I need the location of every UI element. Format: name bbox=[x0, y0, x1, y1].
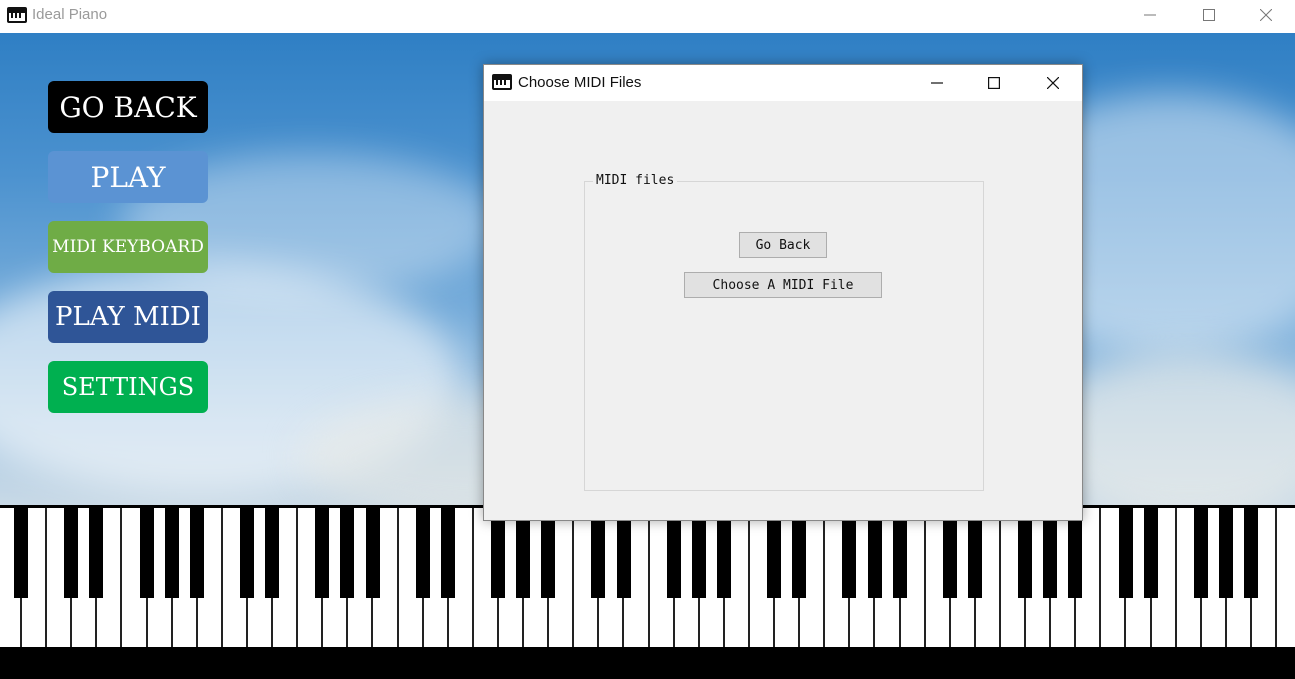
piano-black-key[interactable] bbox=[666, 508, 681, 598]
piano-black-key[interactable] bbox=[541, 508, 556, 598]
piano-black-key[interactable] bbox=[164, 508, 179, 598]
piano-black-key[interactable] bbox=[716, 508, 731, 598]
piano-black-key[interactable] bbox=[616, 508, 631, 598]
piano-black-key[interactable] bbox=[491, 508, 505, 598]
piano-app-icon bbox=[7, 7, 27, 23]
play-midi-menu-button[interactable]: PLAY MIDI bbox=[48, 291, 208, 343]
piano-black-key[interactable] bbox=[591, 508, 606, 598]
dialog-title-bar: Choose MIDI Files bbox=[484, 65, 1082, 101]
piano-black-key[interactable] bbox=[942, 508, 957, 598]
minimize-icon bbox=[1144, 14, 1156, 16]
piano-black-key[interactable] bbox=[415, 508, 430, 598]
maximize-button[interactable] bbox=[1180, 0, 1238, 30]
maximize-icon bbox=[988, 77, 1000, 89]
piano-black-key[interactable] bbox=[139, 508, 154, 598]
piano-black-key[interactable] bbox=[1143, 508, 1158, 598]
midi-keyboard-menu-button[interactable]: MIDI KEYBOARD bbox=[48, 221, 208, 273]
piano-black-key[interactable] bbox=[967, 508, 982, 598]
piano-keyboard[interactable] bbox=[0, 505, 1295, 647]
close-icon bbox=[1260, 9, 1272, 21]
close-icon bbox=[1047, 77, 1059, 89]
piano-white-key[interactable] bbox=[1277, 508, 1295, 647]
maximize-icon bbox=[1203, 9, 1215, 21]
piano-black-key[interactable] bbox=[516, 508, 531, 598]
dialog-maximize-button[interactable] bbox=[966, 68, 1022, 98]
piano-black-key[interactable] bbox=[340, 508, 355, 598]
piano-black-key[interactable] bbox=[265, 508, 280, 598]
settings-menu-button[interactable]: SETTINGS bbox=[48, 361, 208, 413]
dialog-title: Choose MIDI Files bbox=[518, 74, 642, 91]
piano-black-key[interactable] bbox=[440, 508, 455, 598]
piano-black-key[interactable] bbox=[767, 508, 782, 598]
piano-black-key[interactable] bbox=[1018, 508, 1033, 598]
piano-black-key[interactable] bbox=[189, 508, 204, 598]
play-menu-button[interactable]: PLAY bbox=[48, 151, 208, 203]
piano-black-key[interactable] bbox=[240, 508, 254, 598]
choose-midi-file-button[interactable]: Choose A MIDI File bbox=[684, 272, 882, 298]
piano-black-key[interactable] bbox=[89, 508, 104, 598]
piano-black-key[interactable] bbox=[691, 508, 706, 598]
dialog-close-button[interactable] bbox=[1025, 68, 1081, 98]
main-title-bar: Ideal Piano bbox=[0, 0, 1295, 33]
piano-black-key[interactable] bbox=[14, 508, 29, 598]
go-back-menu-button[interactable]: GO BACK bbox=[48, 81, 208, 133]
minimize-icon bbox=[931, 82, 943, 84]
piano-black-key[interactable] bbox=[1193, 508, 1208, 598]
piano-black-key[interactable] bbox=[1218, 508, 1233, 598]
groupbox-label: MIDI files bbox=[593, 173, 678, 188]
piano-black-key[interactable] bbox=[842, 508, 857, 598]
app-title: Ideal Piano bbox=[32, 6, 108, 23]
choose-midi-dialog: Choose MIDI Files MIDI files Go Back Cho… bbox=[483, 64, 1083, 521]
piano-black-key[interactable] bbox=[867, 508, 882, 598]
piano-black-key[interactable] bbox=[1068, 508, 1083, 598]
piano-black-key[interactable] bbox=[892, 508, 907, 598]
dialog-minimize-button[interactable] bbox=[909, 68, 965, 98]
piano-black-key[interactable] bbox=[64, 508, 79, 598]
midi-files-groupbox: MIDI files bbox=[584, 173, 984, 491]
piano-black-key[interactable] bbox=[1118, 508, 1133, 598]
piano-black-key[interactable] bbox=[315, 508, 330, 598]
piano-black-key[interactable] bbox=[1244, 508, 1258, 598]
piano-dialog-icon bbox=[492, 74, 512, 90]
close-button[interactable] bbox=[1237, 0, 1295, 30]
piano-black-key[interactable] bbox=[1043, 508, 1058, 598]
piano-black-key[interactable] bbox=[792, 508, 807, 598]
minimize-button[interactable] bbox=[1121, 0, 1179, 30]
bottom-bar bbox=[0, 647, 1295, 679]
piano-black-key[interactable] bbox=[365, 508, 380, 598]
go-back-button[interactable]: Go Back bbox=[739, 232, 827, 258]
